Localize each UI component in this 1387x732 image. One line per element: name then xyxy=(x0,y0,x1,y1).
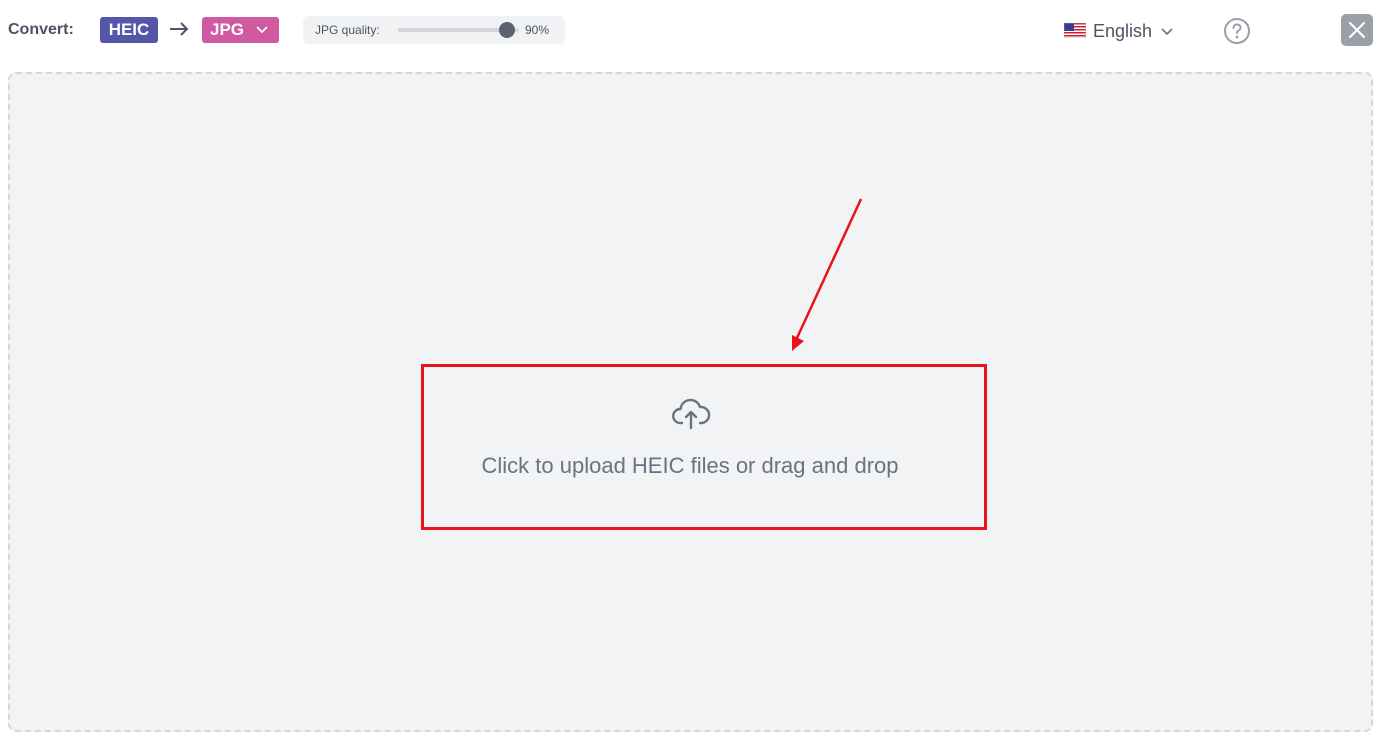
quality-slider[interactable] xyxy=(398,22,519,38)
chevron-down-icon xyxy=(256,26,268,34)
target-format-dropdown[interactable]: JPG xyxy=(202,17,279,43)
arrow-right-icon xyxy=(170,22,189,36)
question-circle-icon[interactable] xyxy=(1223,17,1251,45)
upload-instructions: Click to upload HEIC files or drag and d… xyxy=(481,453,899,478)
close-icon xyxy=(1348,21,1366,39)
toolbar: Convert: HEIC JPG JPG quality: 90% Engli… xyxy=(0,0,1387,62)
convert-label: Convert: xyxy=(8,21,74,38)
quality-value: 90% xyxy=(525,23,550,37)
quality-control: JPG quality: 90% xyxy=(303,16,565,44)
chevron-down-icon xyxy=(1161,28,1173,36)
language-label: English xyxy=(1093,21,1153,41)
source-format-badge: HEIC xyxy=(100,17,158,43)
us-flag-icon xyxy=(1064,23,1086,38)
quality-slider-thumb[interactable] xyxy=(498,22,515,38)
cloud-upload-icon xyxy=(672,398,711,430)
target-format-label: JPG xyxy=(210,20,245,39)
quality-slider-fill xyxy=(398,28,507,32)
quality-label: JPG quality: xyxy=(315,23,380,37)
close-button[interactable] xyxy=(1341,14,1373,46)
